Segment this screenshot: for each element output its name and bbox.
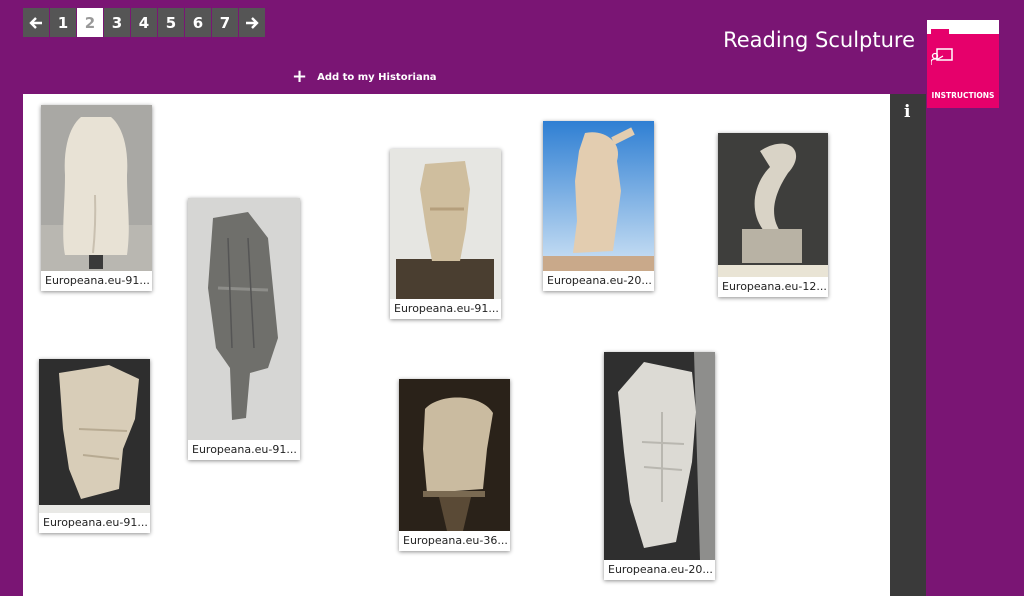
source-card[interactable]: Europeana.eu-91... — [390, 149, 501, 319]
page-5-button[interactable]: 5 — [158, 8, 185, 37]
add-to-historiana-label: Add to my Historiana — [317, 71, 437, 83]
source-image — [718, 133, 828, 277]
page-4-button[interactable]: 4 — [131, 8, 158, 37]
source-card[interactable]: Europeana.eu-12... — [718, 133, 828, 297]
source-image — [188, 198, 300, 440]
arrow-right-icon — [246, 16, 259, 29]
page-title: Reading Sculpture — [723, 28, 915, 52]
plus-icon: + — [292, 66, 308, 87]
info-icon[interactable]: i — [904, 102, 910, 122]
page-7-button[interactable]: 7 — [212, 8, 239, 37]
page-1-button[interactable]: 1 — [50, 8, 77, 37]
source-caption: Europeana.eu-20... — [608, 563, 713, 576]
source-caption: Europeana.eu-91... — [45, 274, 150, 287]
source-caption: Europeana.eu-12... — [722, 280, 827, 293]
source-image — [39, 359, 150, 513]
source-caption: Europeana.eu-36... — [403, 534, 508, 547]
source-image — [41, 105, 152, 271]
source-caption: Europeana.eu-91... — [394, 302, 499, 315]
source-card[interactable]: Europeana.eu-20... — [543, 121, 654, 291]
source-card[interactable]: Europeana.eu-91... — [41, 105, 152, 291]
source-image — [399, 379, 510, 531]
source-image — [390, 149, 501, 299]
instructions-label: INSTRUCTIONS — [931, 91, 995, 100]
presentation-user-icon — [931, 48, 953, 65]
prev-page-button[interactable] — [23, 8, 50, 37]
add-to-historiana-button[interactable]: + Add to my Historiana — [292, 66, 437, 87]
page-3-button[interactable]: 3 — [104, 8, 131, 37]
page-2-button[interactable]: 2 — [77, 8, 104, 37]
source-card[interactable]: Europeana.eu-91... — [188, 198, 300, 460]
source-card[interactable]: Europeana.eu-20... — [604, 352, 715, 580]
source-caption: Europeana.eu-91... — [192, 443, 297, 456]
page-6-button[interactable]: 6 — [185, 8, 212, 37]
source-caption: Europeana.eu-91... — [43, 516, 148, 529]
source-image — [543, 121, 654, 271]
instructions-button[interactable]: INSTRUCTIONS — [927, 20, 999, 108]
source-card[interactable]: Europeana.eu-36... — [399, 379, 510, 551]
instructions-tab — [927, 20, 999, 34]
arrow-left-icon — [29, 16, 42, 29]
info-sidebar: i — [890, 94, 926, 596]
source-image — [604, 352, 715, 560]
source-caption: Europeana.eu-20... — [547, 274, 652, 287]
workspace-canvas: Europeana.eu-91... Europeana.eu-91... Eu… — [23, 94, 890, 596]
next-page-button[interactable] — [239, 8, 266, 37]
source-card[interactable]: Europeana.eu-91... — [39, 359, 150, 533]
pagination: 1 2 3 4 5 6 7 — [23, 8, 266, 37]
